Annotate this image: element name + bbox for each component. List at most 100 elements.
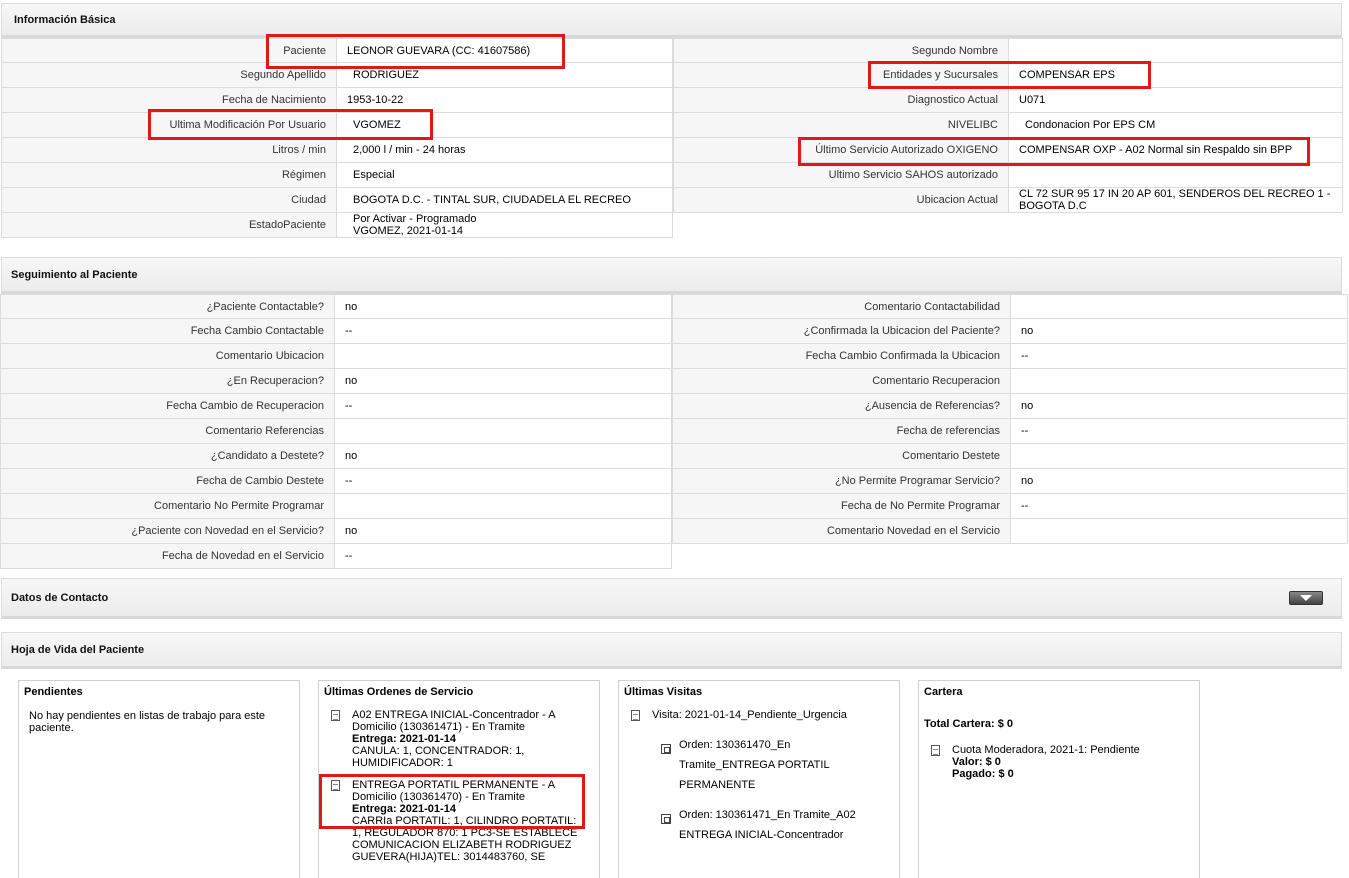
order-delivery: Entrega: 2021-01-14 (352, 803, 456, 815)
field-label: Segundo Apellido (1, 63, 337, 87)
document-icon (331, 780, 340, 791)
field-label: Fecha de referencias (672, 419, 1011, 443)
order-item-body: ENTREGA PORTATIL PERMANENTE - A Domicili… (352, 779, 582, 863)
field-value: COMPENSAR EPS (1009, 63, 1343, 87)
visits-list: Visita: 2021-01-14_Pendiente_Urgencia Or… (619, 703, 899, 845)
field-label: Comentario Referencias (0, 419, 335, 443)
followup-row: ¿Paciente Contactable? no (0, 294, 672, 319)
document-icon (931, 745, 940, 756)
field-value: -- (1011, 344, 1348, 368)
followup-row: Fecha Cambio Contactable -- (0, 319, 672, 344)
field-label: ¿Candidato a Destete? (0, 444, 335, 468)
followup-row: Comentario Ubicacion (0, 344, 672, 369)
orders-panel: Últimas Ordenes de Servicio A02 ENTREGA … (318, 680, 600, 878)
contact-title: Datos de Contacto (11, 591, 109, 604)
field-value: Por Activar - Programado VGOMEZ, 2021-01-… (337, 213, 673, 237)
visits-panel: Últimas Visitas Visita: 2021-01-14_Pendi… (618, 680, 900, 878)
field-label: ¿Ausencia de Referencias? (672, 394, 1011, 418)
history-title: Hoja de Vida del Paciente (11, 643, 145, 656)
visit-text: Visita: 2021-01-14_Pendiente_Urgencia (652, 709, 847, 721)
field-value (1011, 519, 1348, 543)
chevron-down-icon (1300, 595, 1312, 601)
visit-order-item[interactable]: Orden: 130361471_En Tramite_A02 ENTREGA … (661, 808, 899, 845)
visit-order-item[interactable]: Orden: 130361470_En Tramite_ENTREGA PORT… (661, 738, 899, 795)
field-value: no (335, 295, 672, 318)
followup-row: Fecha de No Permite Programar -- (672, 494, 1348, 519)
field-value: VGOMEZ (337, 113, 673, 137)
field-value: no (1011, 394, 1348, 418)
order-head: A02 ENTREGA INICIAL-Concentrador - A Dom… (352, 709, 555, 733)
followup-row: ¿No Permite Programar Servicio? no (672, 469, 1348, 494)
followup-header: Seguimiento al Paciente (1, 257, 1342, 294)
visits-title: Últimas Visitas (624, 686, 703, 698)
field-value (1009, 39, 1343, 62)
followup-row: ¿En Recuperacion? no (0, 369, 672, 394)
portfolio-fee: Cuota Moderadora, 2021-1: Pendiente (952, 744, 1140, 756)
field-value: -- (1011, 494, 1348, 518)
order-item[interactable]: A02 ENTREGA INICIAL-Concentrador - A Dom… (331, 709, 599, 769)
order-delivery: Entrega: 2021-01-14 (352, 733, 456, 745)
field-value: -- (335, 394, 672, 418)
basic-row-ultimo-oxigeno: Último Servicio Autorizado OXIGENO COMPEN… (673, 138, 1343, 163)
field-value (1011, 444, 1348, 468)
field-value: -- (335, 319, 672, 343)
basic-row-ciudad: Ciudad BOGOTA D.C. - TINTAL SUR, CIUDADEL… (1, 188, 673, 213)
field-label: Último Servicio Autorizado OXIGENO (673, 138, 1009, 162)
field-value: no (335, 519, 672, 543)
followup-row: Fecha Cambio de Recuperacion -- (0, 394, 672, 419)
field-label: ¿Paciente con Novedad en el Servicio? (0, 519, 335, 543)
field-value: RODRIGUEZ (337, 63, 673, 87)
basic-row-ubicacion: Ubicacion Actual CL 72 SUR 95 17 IN 20 AP… (673, 188, 1343, 213)
field-value (1011, 295, 1348, 318)
field-label: Fecha de Nacimiento (1, 88, 337, 112)
portfolio-item[interactable]: Cuota Moderadora, 2021-1: Pendiente Valo… (919, 730, 1199, 780)
basic-row-ultimo-sahos: Ultimo Servicio SAHOS autorizado (673, 163, 1343, 188)
order-head: ENTREGA PORTATIL PERMANENTE - A Domicili… (352, 779, 555, 803)
field-label: ¿Paciente Contactable? (0, 295, 335, 318)
basic-row-segundo-nombre: Segundo Nombre (673, 38, 1343, 63)
document-icon (631, 710, 640, 721)
order-item[interactable]: ENTREGA PORTATIL PERMANENTE - A Domicili… (331, 779, 599, 863)
followup-row: ¿Confirmada la Ubicacion del Paciente? no (672, 319, 1348, 344)
contact-header[interactable]: Datos de Contacto (1, 578, 1342, 619)
field-label: Ultima Modificación Por Usuario (1, 113, 337, 137)
field-value (335, 344, 672, 368)
basic-row-nivelibc: NIVELIBC Condonacion Por EPS CM (673, 113, 1343, 138)
basic-info-left-table: Paciente LEONOR GUEVARA (CC: 41607586) Se… (1, 38, 673, 238)
followup-right-table: Comentario Contactabilidad ¿Confirmada l… (672, 294, 1348, 544)
pending-text: No hay pendientes en listas de trabajo p… (29, 710, 266, 734)
patient-name-value: LEONOR GUEVARA (CC: 41607586) (337, 39, 673, 62)
basic-row-paciente: Paciente LEONOR GUEVARA (CC: 41607586) (1, 38, 673, 63)
order-icon (661, 814, 671, 824)
portfolio-total: Total Cartera: $ 0 (924, 718, 1014, 730)
field-label: ¿No Permite Programar Servicio? (672, 469, 1011, 493)
orders-title: Últimas Ordenes de Servicio (324, 686, 474, 698)
field-label: Comentario No Permite Programar (0, 494, 335, 518)
field-label: NIVELIBC (673, 113, 1009, 137)
expand-contact-button[interactable] (1289, 591, 1323, 605)
visit-order-text: Orden: 130361471_En Tramite_A02 ENTREGA … (679, 809, 856, 841)
followup-row: Comentario Recuperacion (672, 369, 1348, 394)
followup-row: Fecha de referencias -- (672, 419, 1348, 444)
order-item-body: A02 ENTREGA INICIAL-Concentrador - A Dom… (352, 709, 582, 769)
field-label: Fecha de Cambio Destete (0, 469, 335, 493)
field-label: Comentario Destete (672, 444, 1011, 468)
pending-panel: Pendientes No hay pendientes en listas d… (18, 680, 300, 878)
field-label: Fecha Cambio de Recuperacion (0, 394, 335, 418)
basic-row-segundo-apellido: Segundo Apellido RODRIGUEZ (1, 63, 673, 88)
followup-left-table: ¿Paciente Contactable? no Fecha Cambio Co… (0, 294, 672, 569)
field-label: Litros / min (1, 138, 337, 162)
estado-line-1: Por Activar - Programado (353, 213, 477, 225)
field-label: Fecha de No Permite Programar (672, 494, 1011, 518)
field-label: Fecha de Novedad en el Servicio (0, 544, 335, 568)
field-label: Entidades y Sucursales (673, 63, 1009, 87)
field-value: Especial (337, 163, 673, 187)
followup-row: Fecha de Cambio Destete -- (0, 469, 672, 494)
visit-item[interactable]: Visita: 2021-01-14_Pendiente_Urgencia (631, 709, 899, 721)
followup-row: Comentario Referencias (0, 419, 672, 444)
field-label: ¿Confirmada la Ubicacion del Paciente? (672, 319, 1011, 343)
field-label: ¿En Recuperacion? (0, 369, 335, 393)
field-value: Condonacion Por EPS CM (1009, 113, 1343, 137)
portfolio-panel: Cartera Total Cartera: $ 0 Cuota Moderad… (918, 680, 1200, 878)
portfolio-paid: Pagado: $ 0 (952, 768, 1014, 780)
